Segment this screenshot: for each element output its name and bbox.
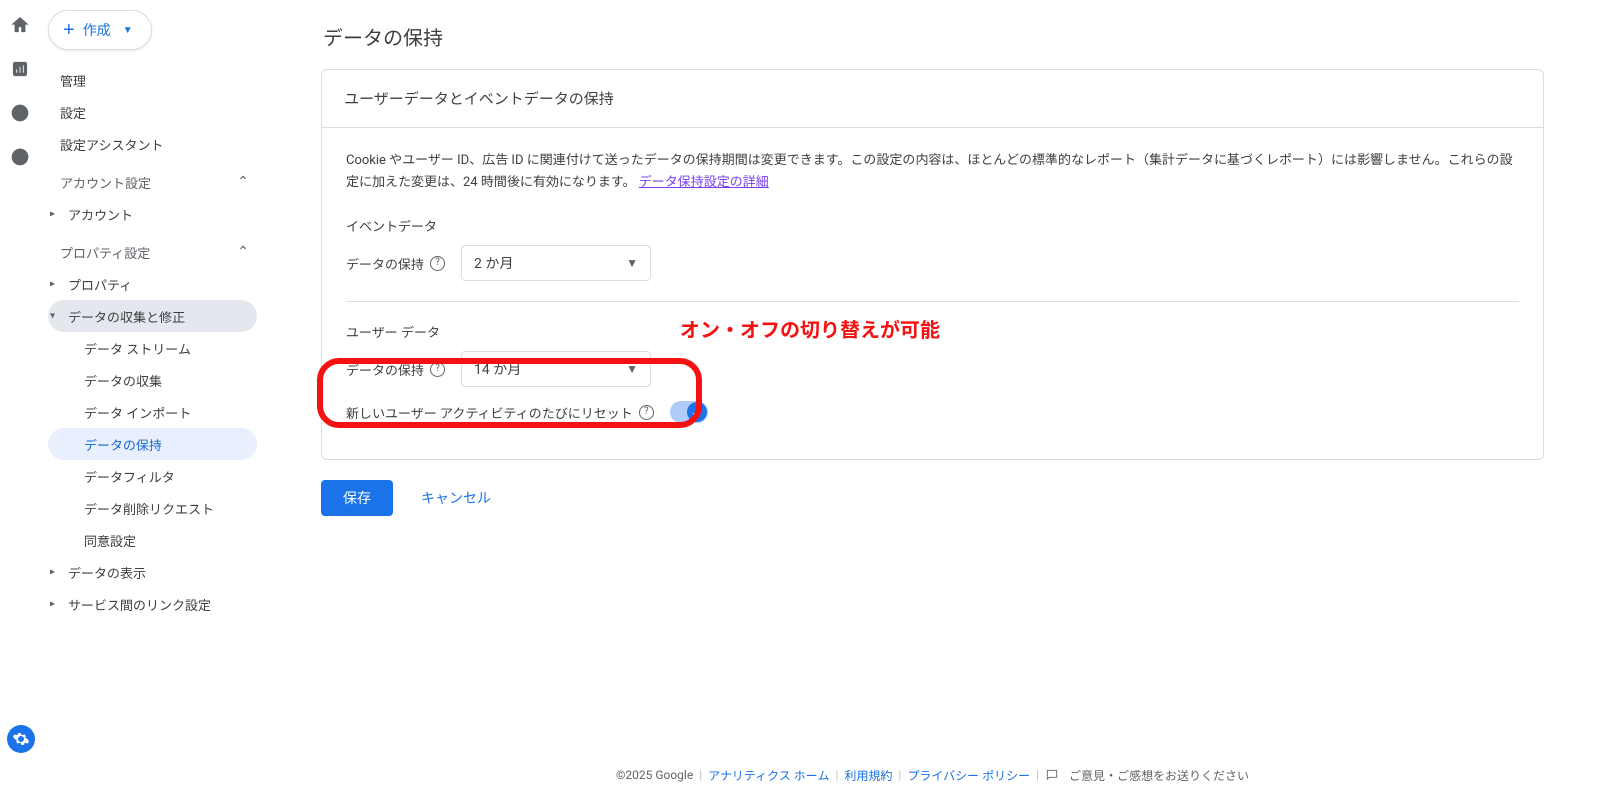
- footer: ©2025 Google | アナリティクス ホーム | 利用規約 | プライバ…: [265, 755, 1600, 795]
- triangle-right-icon: ▸: [50, 599, 55, 610]
- help-icon[interactable]: ?: [430, 256, 445, 271]
- caret-down-icon: ▼: [626, 362, 638, 376]
- help-icon[interactable]: ?: [430, 362, 445, 377]
- sidebar-group-account[interactable]: アカウント設定 ⌃: [48, 166, 257, 198]
- sidebar-item-admin[interactable]: 管理: [48, 64, 257, 96]
- left-rail: [0, 0, 40, 795]
- sidebar-item-data-filters[interactable]: データフィルタ: [48, 460, 257, 492]
- sidebar-item-data-retention[interactable]: データの保持: [48, 428, 257, 460]
- event-retention-select[interactable]: 2 か月 ▼: [461, 245, 651, 281]
- plus-icon: +: [63, 20, 75, 40]
- create-button-label: 作成: [83, 20, 111, 40]
- card-description: Cookie やユーザー ID、広告 ID に関連付けて送ったデータの保持期間は…: [346, 150, 1519, 194]
- footer-link-terms[interactable]: 利用規約: [844, 767, 892, 784]
- sidebar-item-data-import[interactable]: データ インポート: [48, 396, 257, 428]
- ads-icon[interactable]: [9, 146, 31, 168]
- sidebar-item-product-links[interactable]: ▸ サービス間のリンク設定: [48, 588, 257, 620]
- learn-more-link[interactable]: データ保持設定の詳細: [639, 175, 769, 190]
- footer-copyright: ©2025 Google: [616, 768, 693, 782]
- create-button[interactable]: + 作成 ▼: [48, 10, 152, 50]
- explore-icon[interactable]: [9, 102, 31, 124]
- caret-down-icon: ▼: [123, 25, 133, 36]
- footer-link-home[interactable]: アナリティクス ホーム: [708, 767, 829, 784]
- sidebar-group-property[interactable]: プロパティ設定 ⌃: [48, 236, 257, 268]
- help-icon[interactable]: ?: [639, 405, 654, 420]
- cancel-button[interactable]: キャンセル: [415, 487, 497, 509]
- reset-on-activity-label: 新しいユーザー アクティビティのたびにリセット: [346, 403, 633, 422]
- card-header: ユーザーデータとイベントデータの保持: [322, 70, 1543, 128]
- triangle-right-icon: ▸: [50, 209, 55, 220]
- main-content: データの保持 ユーザーデータとイベントデータの保持 Cookie やユーザー I…: [265, 0, 1600, 755]
- event-retention-label: データの保持: [346, 254, 424, 273]
- reports-icon[interactable]: [9, 58, 31, 80]
- section-event-data: イベントデータ: [346, 216, 1519, 235]
- sidebar: + 作成 ▼ 管理 設定 設定アシスタント アカウント設定 ⌃ ▸ アカウント …: [40, 0, 265, 795]
- sidebar-item-consent[interactable]: 同意設定: [48, 524, 257, 556]
- annotation-text: オン・オフの切り替えが可能: [680, 314, 940, 343]
- triangle-right-icon: ▸: [50, 279, 55, 290]
- footer-link-privacy[interactable]: プライバシー ポリシー: [907, 767, 1030, 784]
- footer-link-feedback[interactable]: ご意見・ご感想をお送りください: [1069, 767, 1249, 784]
- sidebar-item-property[interactable]: ▸ プロパティ: [48, 268, 257, 300]
- event-retention-value: 2 か月: [474, 253, 513, 273]
- triangle-right-icon: ▸: [50, 567, 55, 578]
- triangle-down-icon: ▾: [50, 311, 55, 322]
- page-title: データの保持: [323, 22, 1544, 51]
- save-button[interactable]: 保存: [321, 480, 393, 516]
- reset-on-activity-toggle[interactable]: ✓: [670, 401, 708, 423]
- caret-down-icon: ▼: [626, 256, 638, 270]
- sidebar-item-data-display[interactable]: ▸ データの表示: [48, 556, 257, 588]
- home-icon[interactable]: [9, 14, 31, 36]
- user-retention-select[interactable]: 14 か月 ▼: [461, 351, 651, 387]
- user-retention-label: データの保持: [346, 360, 424, 379]
- sidebar-item-setup-assistant[interactable]: 設定アシスタント: [48, 128, 257, 160]
- feedback-icon[interactable]: [1045, 768, 1063, 782]
- sidebar-item-data-collection-sub[interactable]: データの収集: [48, 364, 257, 396]
- sidebar-item-settings[interactable]: 設定: [48, 96, 257, 128]
- divider: [346, 301, 1519, 302]
- retention-card: ユーザーデータとイベントデータの保持 Cookie やユーザー ID、広告 ID…: [321, 69, 1544, 460]
- chevron-up-icon: ⌃: [237, 244, 249, 260]
- sidebar-item-account[interactable]: ▸ アカウント: [48, 198, 257, 230]
- sidebar-item-data-collection[interactable]: ▾ データの収集と修正: [48, 300, 257, 332]
- check-icon: ✓: [687, 402, 707, 422]
- sidebar-item-data-deletion[interactable]: データ削除リクエスト: [48, 492, 257, 524]
- user-retention-value: 14 か月: [474, 359, 521, 379]
- admin-gear-icon[interactable]: [7, 725, 35, 753]
- chevron-up-icon: ⌃: [237, 174, 249, 190]
- sidebar-item-data-streams[interactable]: データ ストリーム: [48, 332, 257, 364]
